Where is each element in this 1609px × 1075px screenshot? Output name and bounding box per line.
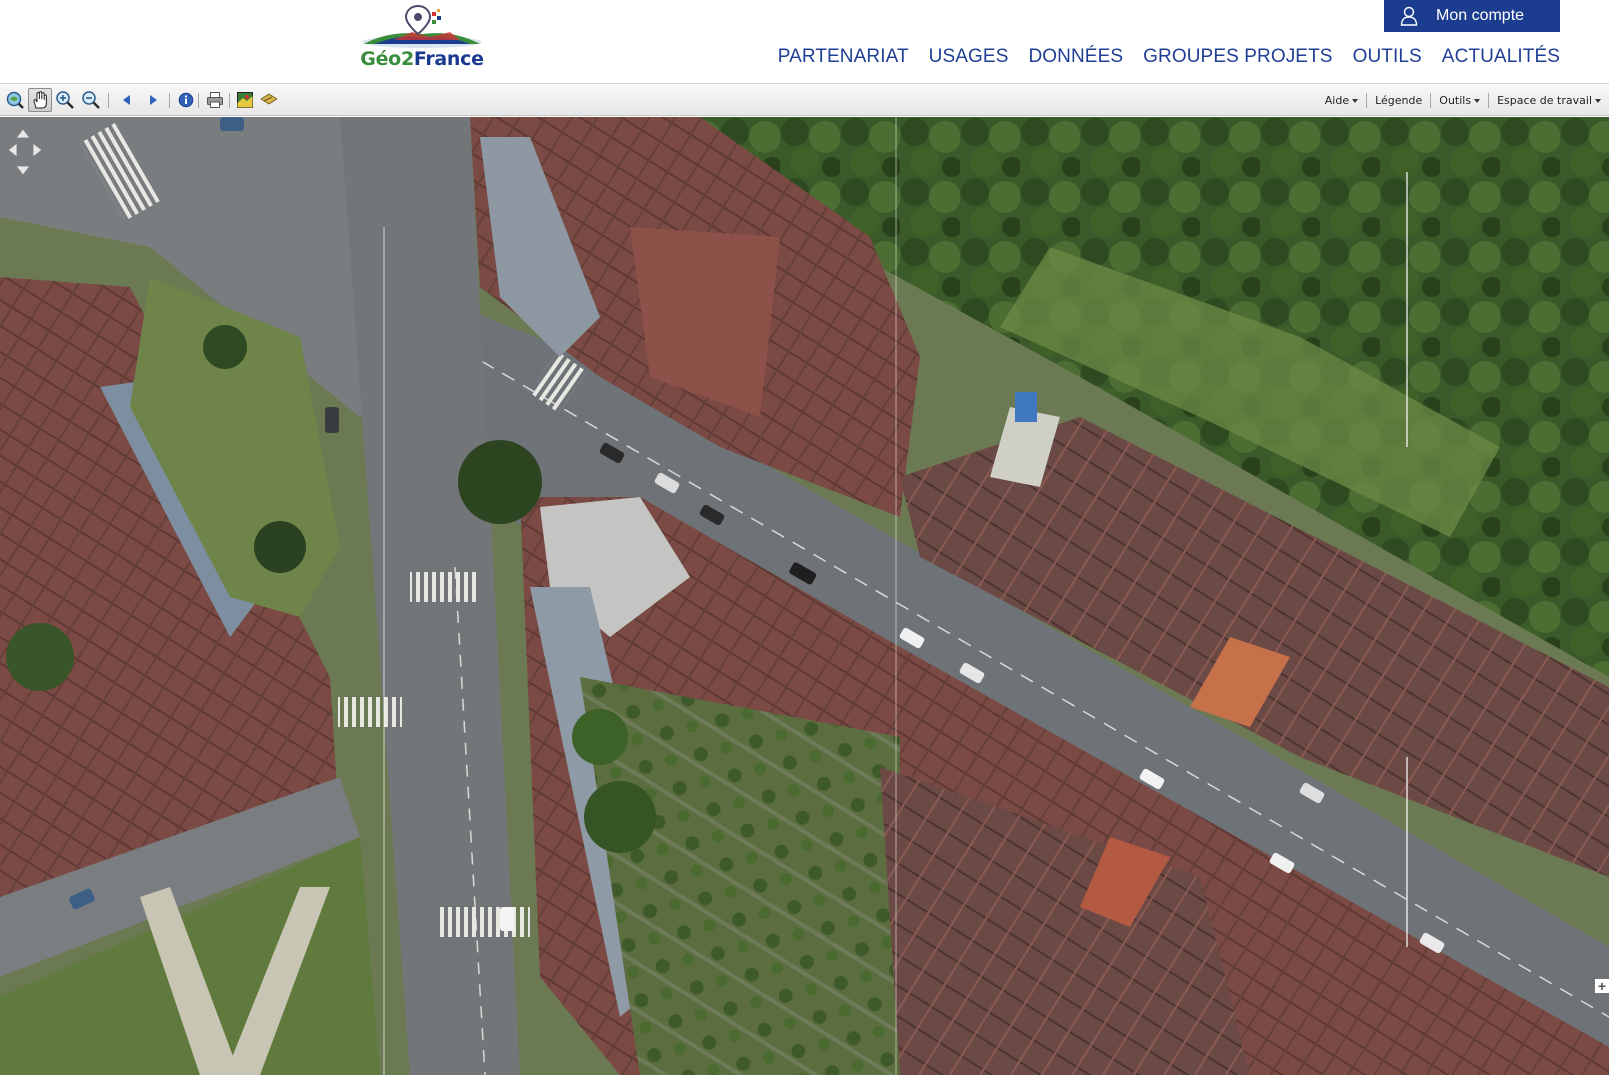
next-view-button[interactable] bbox=[141, 88, 165, 112]
nav-outils[interactable]: OUTILS bbox=[1353, 46, 1422, 68]
pan-control[interactable] bbox=[6, 127, 44, 177]
pool-tarp bbox=[1015, 392, 1037, 422]
zoom-out-button[interactable] bbox=[79, 88, 103, 112]
logo-text-france: France bbox=[413, 48, 484, 70]
previous-view-icon bbox=[123, 95, 130, 105]
zoom-in-button[interactable] bbox=[53, 88, 77, 112]
tree bbox=[572, 709, 628, 765]
tree bbox=[584, 781, 656, 853]
layers-button[interactable] bbox=[233, 88, 257, 112]
tree bbox=[254, 521, 306, 573]
caret-down-icon bbox=[1352, 99, 1359, 103]
menu-legende-label: Légende bbox=[1375, 94, 1423, 107]
tree bbox=[6, 623, 74, 691]
location-pin-logo-icon bbox=[362, 4, 482, 48]
menu-aide[interactable]: Aide bbox=[1317, 93, 1366, 108]
pedestrian-crossing bbox=[338, 697, 402, 727]
zoom-out-icon bbox=[82, 91, 100, 109]
menu-aide-label: Aide bbox=[1324, 94, 1350, 107]
layers-icon bbox=[237, 92, 253, 108]
user-icon bbox=[1400, 6, 1418, 26]
nav-donnees[interactable]: DONNÉES bbox=[1028, 46, 1123, 68]
nav-partenariat[interactable]: PARTENARIAT bbox=[778, 46, 909, 68]
next-view-icon bbox=[150, 95, 157, 105]
account-button-label: Mon compte bbox=[1436, 7, 1525, 24]
car bbox=[500, 907, 514, 931]
toolbar-divider bbox=[169, 93, 170, 108]
car bbox=[325, 407, 339, 433]
pedestrian-crossing bbox=[440, 907, 530, 937]
info-icon bbox=[178, 92, 194, 108]
logo-wordmark: Géo2France bbox=[360, 48, 484, 70]
pan-button[interactable] bbox=[28, 88, 52, 112]
logo-text-two: 2 bbox=[400, 48, 414, 70]
aerial-imagery bbox=[0, 117, 1609, 1075]
tree bbox=[458, 440, 542, 524]
toolbar-menus: Aide Légende Outils Espace de travail bbox=[1317, 85, 1609, 116]
zoom-in-icon bbox=[56, 91, 74, 109]
measure-button[interactable] bbox=[257, 88, 281, 112]
map-toolbar: Aide Légende Outils Espace de travail bbox=[0, 85, 1609, 116]
logo-text-geo: Géo bbox=[360, 48, 401, 70]
expand-plus-icon[interactable]: + bbox=[1595, 979, 1609, 993]
menu-espace-de-travail-label: Espace de travail bbox=[1497, 94, 1592, 107]
print-button[interactable] bbox=[203, 88, 227, 112]
pan-arrows-icon bbox=[7, 128, 43, 176]
menu-espace-de-travail[interactable]: Espace de travail bbox=[1488, 93, 1609, 108]
caret-down-icon bbox=[1474, 99, 1481, 103]
menu-outils[interactable]: Outils bbox=[1430, 93, 1488, 108]
nav-actualites[interactable]: ACTUALITÉS bbox=[1442, 46, 1560, 68]
pan-hand-icon bbox=[33, 91, 47, 109]
print-icon bbox=[207, 92, 223, 108]
map-view[interactable]: + bbox=[0, 117, 1609, 1075]
menu-legende[interactable]: Légende bbox=[1366, 93, 1430, 108]
account-button[interactable]: Mon compte bbox=[1384, 0, 1560, 32]
nav-usages[interactable]: USAGES bbox=[929, 46, 1009, 68]
car bbox=[220, 117, 244, 131]
geo2france-logo[interactable]: Géo2France bbox=[360, 4, 484, 74]
nav-groupes-projets[interactable]: GROUPES PROJETS bbox=[1143, 46, 1332, 68]
pedestrian-crossing bbox=[410, 572, 480, 602]
zoom-extent-button[interactable] bbox=[3, 88, 27, 112]
toolbar-divider bbox=[198, 93, 199, 108]
zoom-extent-icon bbox=[6, 91, 24, 109]
main-nav: PARTENARIAT USAGES DONNÉES GROUPES PROJE… bbox=[778, 46, 1560, 68]
toolbar-divider bbox=[108, 93, 109, 108]
previous-view-button[interactable] bbox=[115, 88, 139, 112]
toolbar-divider bbox=[229, 93, 230, 108]
caret-down-icon bbox=[1595, 99, 1601, 103]
info-button[interactable] bbox=[174, 88, 198, 112]
tree bbox=[203, 325, 247, 369]
site-header: Géo2France Mon compte PARTENARIAT USAGES… bbox=[0, 0, 1609, 84]
menu-outils-label: Outils bbox=[1439, 94, 1472, 107]
measure-icon bbox=[260, 93, 278, 105]
